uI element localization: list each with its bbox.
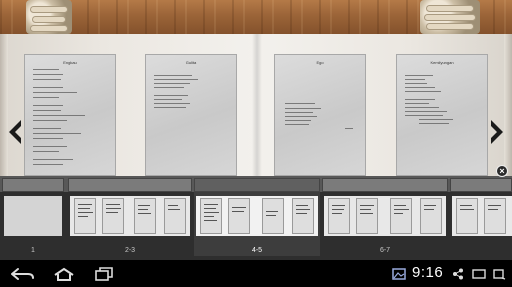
thumbnail-strip[interactable]: 1 2-3 4-5 6-7 — [0, 176, 512, 260]
book-spine — [252, 34, 262, 176]
wood-header — [0, 0, 512, 34]
close-thumbnails-button[interactable]: × — [496, 165, 508, 177]
page-edge-left — [0, 34, 8, 176]
thumbnail-item[interactable]: 6-7 — [322, 178, 448, 256]
prev-page-button[interactable] — [6, 118, 24, 146]
back-icon — [11, 268, 34, 280]
chevron-right-icon — [491, 120, 503, 144]
screenshot-icon — [472, 269, 486, 279]
recent-apps-icon — [95, 267, 113, 281]
page-title: Ego — [316, 60, 324, 65]
system-nav-bar: 9:16 — [0, 260, 512, 287]
page-title: Engkau — [63, 60, 77, 65]
recent-apps-button[interactable] — [90, 265, 118, 283]
thumbnail-item-active[interactable]: 4-5 — [194, 178, 320, 256]
thumbnail-item[interactable]: 1 — [2, 178, 64, 256]
book-page[interactable]: Gulita — [145, 54, 237, 176]
book-page[interactable]: Engkau — [24, 54, 116, 176]
next-page-button[interactable] — [488, 118, 506, 146]
back-button[interactable] — [8, 265, 36, 283]
close-icon: × — [499, 165, 505, 176]
book-page[interactable]: Ego — [274, 54, 366, 176]
thumbnail-label: 4-5 — [251, 247, 263, 254]
thumbnail-item[interactable]: 2-3 — [68, 178, 192, 256]
home-icon — [54, 267, 74, 281]
home-button[interactable] — [50, 265, 78, 283]
screen-rotation-icon — [493, 269, 506, 280]
book-page[interactable]: Kemilyungan — [396, 54, 488, 176]
share-icon — [453, 268, 463, 280]
rope-knot-right — [420, 0, 480, 34]
page-edge-right — [504, 34, 512, 176]
page-title: Gulita — [185, 60, 197, 65]
thumbnail-label: 2-3 — [124, 247, 136, 254]
thumbnail-label: 6-7 — [379, 247, 391, 254]
page-title: Kemilyungan — [430, 60, 454, 65]
gallery-icon — [392, 268, 406, 280]
rope-knot-left — [26, 0, 72, 34]
book-viewer[interactable]: Engkau Gulita Ego Kemilyungan — [0, 34, 512, 176]
chevron-left-icon — [9, 120, 21, 144]
status-clock: 9:16 — [412, 264, 444, 281]
thumbnail-label: 1 — [31, 247, 35, 254]
thumbnail-item[interactable] — [450, 178, 512, 256]
